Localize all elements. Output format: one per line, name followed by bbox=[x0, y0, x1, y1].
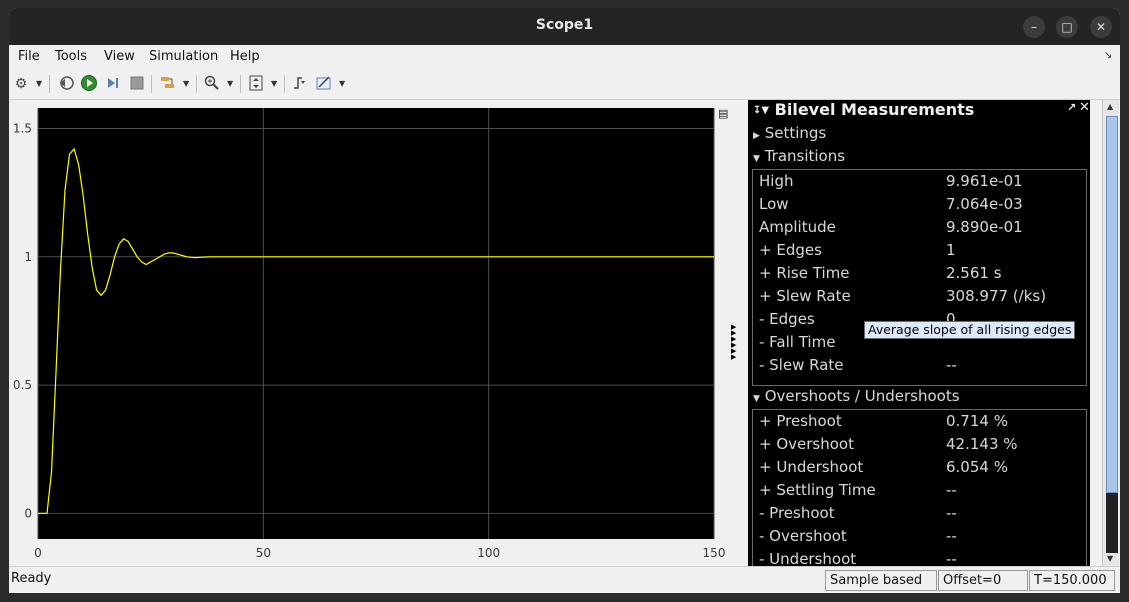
y-tick-label: 0 bbox=[24, 506, 32, 520]
y-tick-label: 0.5 bbox=[13, 378, 32, 392]
menu-tools[interactable]: Tools bbox=[55, 49, 87, 64]
step-back-icon[interactable] bbox=[56, 74, 76, 94]
scroll-down-icon[interactable]: ▼ bbox=[1107, 554, 1113, 563]
menu-help[interactable]: Help bbox=[230, 49, 260, 64]
x-tick-label: 50 bbox=[256, 546, 271, 560]
maximize-button[interactable]: □ bbox=[1056, 16, 1078, 38]
scroll-track[interactable] bbox=[1106, 493, 1118, 553]
title-bar: Scope1 – □ ✕ bbox=[9, 8, 1120, 45]
undock-panel-icon[interactable]: ↗ bbox=[1067, 101, 1076, 114]
menu-view[interactable]: View bbox=[104, 49, 135, 64]
panel-header: ↧▼ Bilevel Measurements ↗ ✕ bbox=[753, 100, 1090, 119]
measurement-row: + Edges 1 bbox=[759, 241, 956, 259]
scope-plot[interactable]: 0 50 100 150 0 0.5 1 1.5 bbox=[9, 100, 742, 566]
panel-collapse-icon[interactable]: ▶ ▶ ▶ ▶ ▶ ▶ bbox=[731, 324, 739, 361]
close-panel-icon[interactable]: ✕ bbox=[1079, 100, 1090, 115]
toolbar-separator bbox=[49, 75, 50, 93]
status-text: Ready bbox=[11, 571, 52, 586]
menu-file[interactable]: File bbox=[18, 49, 40, 64]
transitions-section[interactable]: ▼ Transitions bbox=[753, 147, 845, 165]
axes-background bbox=[38, 108, 714, 539]
transitions-table: High 9.961e-01 Low 7.064e-03 Amplitude 9.89… bbox=[752, 169, 1087, 386]
undock-icon[interactable]: ↘ bbox=[1104, 50, 1112, 61]
measurement-row: High 9.961e-01 bbox=[759, 172, 1023, 190]
scrollbar-thumb[interactable] bbox=[1106, 116, 1118, 493]
time-field: T=150.000 bbox=[1029, 570, 1115, 591]
scale-dropdown-icon[interactable]: ▼ bbox=[271, 74, 277, 94]
stop-icon[interactable] bbox=[127, 74, 147, 94]
measurement-row: + Undershoot 6.054 % bbox=[759, 458, 1008, 476]
run-icon[interactable] bbox=[79, 74, 99, 94]
scope-window: Scope1 – □ ✕ File Tools View Simulation … bbox=[9, 8, 1120, 593]
close-button[interactable]: ✕ bbox=[1090, 16, 1112, 38]
x-tick-label: 0 bbox=[34, 546, 42, 560]
x-tick-label: 100 bbox=[477, 546, 500, 560]
measurement-row: + Overshoot 42.143 % bbox=[759, 435, 1018, 453]
triggers-icon[interactable] bbox=[290, 74, 310, 94]
menu-simulation[interactable]: Simulation bbox=[149, 49, 218, 64]
zoom-icon[interactable] bbox=[202, 74, 222, 94]
menu-bar: File Tools View Simulation Help ↘ bbox=[9, 45, 1120, 70]
pin-icon[interactable]: ↧▼ bbox=[753, 105, 769, 116]
y-tick-label: 1.5 bbox=[13, 122, 32, 136]
measurement-row: - Slew Rate -- bbox=[759, 356, 957, 374]
measurement-row: - Fall Time bbox=[759, 333, 836, 351]
measurement-row: + Slew Rate 308.977 (/ks) bbox=[759, 287, 1047, 305]
toolbar-separator bbox=[151, 75, 152, 93]
status-bar: Ready Sample based Offset=0 T=150.000 bbox=[9, 566, 1120, 593]
scale-axes-icon[interactable] bbox=[246, 74, 266, 94]
zoom-dropdown-icon[interactable]: ▼ bbox=[227, 74, 233, 94]
measurement-row: + Settling Time -- bbox=[759, 481, 957, 499]
settings-icon[interactable]: ⚙ bbox=[11, 74, 31, 94]
minimize-button[interactable]: – bbox=[1023, 16, 1045, 38]
measurement-row: Low 7.064e-03 bbox=[759, 195, 1023, 213]
measurement-row: + Rise Time 2.561 s bbox=[759, 264, 1002, 282]
measurement-row: - Preshoot -- bbox=[759, 504, 957, 522]
bilevel-measurements-panel: ↧▼ Bilevel Measurements ↗ ✕ ▶ Settings ▼… bbox=[748, 100, 1090, 580]
x-tick-label: 150 bbox=[703, 546, 726, 560]
expand-axes-icon[interactable]: ▤ bbox=[718, 107, 728, 120]
toolbar-separator bbox=[196, 75, 197, 93]
toolbar-separator bbox=[284, 75, 285, 93]
settings-section[interactable]: ▶ Settings bbox=[753, 124, 826, 142]
scroll-up-icon[interactable]: ▲ bbox=[1107, 102, 1113, 111]
overshoots-table: + Preshoot 0.714 % + Overshoot 42.143 % + … bbox=[752, 409, 1087, 580]
settings-dropdown-icon[interactable]: ▼ bbox=[36, 74, 42, 94]
measure-dropdown-icon[interactable]: ▼ bbox=[339, 74, 345, 94]
panel-scrollbar[interactable]: ▲ ▼ bbox=[1102, 100, 1119, 566]
tooltip: Average slope of all rising edges bbox=[864, 321, 1076, 339]
measurement-row: Amplitude 9.890e-01 bbox=[759, 218, 1023, 236]
highlight-icon[interactable] bbox=[158, 74, 178, 94]
toolbar-separator bbox=[240, 75, 241, 93]
measurement-row: - Overshoot -- bbox=[759, 527, 957, 545]
overshoots-section[interactable]: ▼ Overshoots / Undershoots bbox=[753, 387, 960, 405]
toolbar: ⚙ ▼ ▼ ▼ ▼ ▼ bbox=[9, 69, 1120, 100]
offset-field: Offset=0 bbox=[938, 570, 1028, 591]
y-tick-label: 1 bbox=[24, 250, 32, 264]
plot-area: 0 50 100 150 0 0.5 1 1.5 ▤ ▶ ▶ ▶ ▶ ▶ ▶ bbox=[9, 100, 742, 566]
measure-icon[interactable] bbox=[314, 74, 334, 94]
step-forward-icon[interactable] bbox=[103, 74, 123, 94]
sample-mode-field: Sample based bbox=[825, 570, 937, 591]
measurement-row: - Edges 0 bbox=[759, 310, 956, 328]
highlight-dropdown-icon[interactable]: ▼ bbox=[183, 74, 189, 94]
measurement-row: + Preshoot 0.714 % bbox=[759, 412, 1008, 430]
panel-title: Bilevel Measurements bbox=[774, 100, 975, 119]
window-title: Scope1 bbox=[535, 17, 594, 33]
